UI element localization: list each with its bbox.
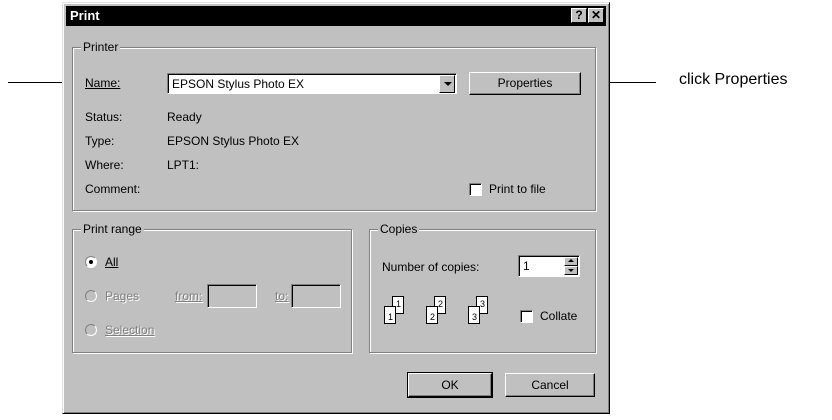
to-label: to: xyxy=(275,289,289,303)
spin-up-button[interactable] xyxy=(564,257,578,266)
properties-button[interactable]: Properties xyxy=(469,72,581,95)
type-label: Type: xyxy=(85,134,115,148)
cancel-button-label: Cancel xyxy=(531,378,569,392)
name-label: Name: xyxy=(85,76,121,90)
dialog-title: Print xyxy=(70,8,100,23)
print-dialog: Print ? ✕ Printer Name: EPSON Stylus Pho… xyxy=(62,2,610,414)
all-label[interactable]: All xyxy=(105,255,118,269)
where-value: LPT1: xyxy=(167,158,200,172)
number-of-copies-label: Number of copies: xyxy=(382,260,480,274)
spin-down-button[interactable] xyxy=(564,266,578,275)
page-icon-number: 2 xyxy=(430,312,436,322)
printer-name-select[interactable]: EPSON Stylus Photo EX xyxy=(167,73,457,94)
page-icon: 1 xyxy=(384,306,396,324)
number-of-copies-spinner[interactable]: 1 xyxy=(518,255,580,277)
selection-label: Selection xyxy=(105,323,155,337)
arrow-down-icon xyxy=(568,269,574,272)
pages-label: Pages xyxy=(105,289,140,303)
status-label: Status: xyxy=(85,110,123,124)
properties-button-label: Properties xyxy=(497,76,553,90)
to-input[interactable] xyxy=(291,284,341,308)
status-value: Ready xyxy=(167,110,202,124)
page-icon-number: 3 xyxy=(479,299,485,309)
printer-group: Printer Name: EPSON Stylus Photo EX Prop… xyxy=(72,40,596,211)
title-bar[interactable]: Print ? ✕ xyxy=(66,6,606,26)
ok-button-label: OK xyxy=(441,378,459,392)
where-label: Where: xyxy=(85,158,124,172)
help-button[interactable]: ? xyxy=(571,8,587,23)
arrow-up-icon xyxy=(568,259,574,262)
from-input[interactable] xyxy=(207,284,257,308)
collate-icon: 1 1 2 2 3 3 xyxy=(382,292,510,332)
copies-group: Copies Number of copies: 1 1 1 2 2 3 3 C… xyxy=(369,222,596,353)
collate-checkbox[interactable] xyxy=(520,310,533,323)
print-range-group-label: Print range xyxy=(81,222,144,236)
radio-selected-dot xyxy=(89,260,93,264)
page-icon-number: 1 xyxy=(388,312,394,322)
collate-label[interactable]: Collate xyxy=(540,309,577,323)
printer-group-label: Printer xyxy=(81,40,121,54)
close-icon: ✕ xyxy=(590,8,602,22)
from-label: from: xyxy=(175,289,203,303)
page-icon-number: 3 xyxy=(472,312,478,322)
page-icon: 3 xyxy=(468,306,480,324)
type-value: EPSON Stylus Photo EX xyxy=(167,134,300,148)
page-icon-number: 1 xyxy=(395,299,401,309)
page-icon-number: 2 xyxy=(437,299,443,309)
copies-group-label: Copies xyxy=(378,222,420,236)
print-to-file-label[interactable]: Print to file xyxy=(489,182,546,196)
comment-label: Comment: xyxy=(85,182,141,196)
ok-button[interactable]: OK xyxy=(407,372,493,398)
cancel-button[interactable]: Cancel xyxy=(505,373,595,397)
printer-name-dropdown-button[interactable] xyxy=(439,75,455,93)
pages-radio[interactable] xyxy=(85,290,97,302)
number-of-copies-value: 1 xyxy=(523,259,530,273)
all-radio[interactable] xyxy=(85,256,97,268)
print-range-group: Print range All Pages from: to: Selectio… xyxy=(72,222,352,353)
help-icon: ? xyxy=(575,8,583,22)
printer-name-value: EPSON Stylus Photo EX xyxy=(172,77,305,91)
print-to-file-checkbox[interactable] xyxy=(469,183,482,196)
close-button[interactable]: ✕ xyxy=(588,8,604,23)
callout-text: click Properties xyxy=(679,71,788,88)
chevron-down-icon xyxy=(444,82,452,86)
page-icon: 2 xyxy=(426,306,438,324)
selection-radio[interactable] xyxy=(85,324,97,336)
